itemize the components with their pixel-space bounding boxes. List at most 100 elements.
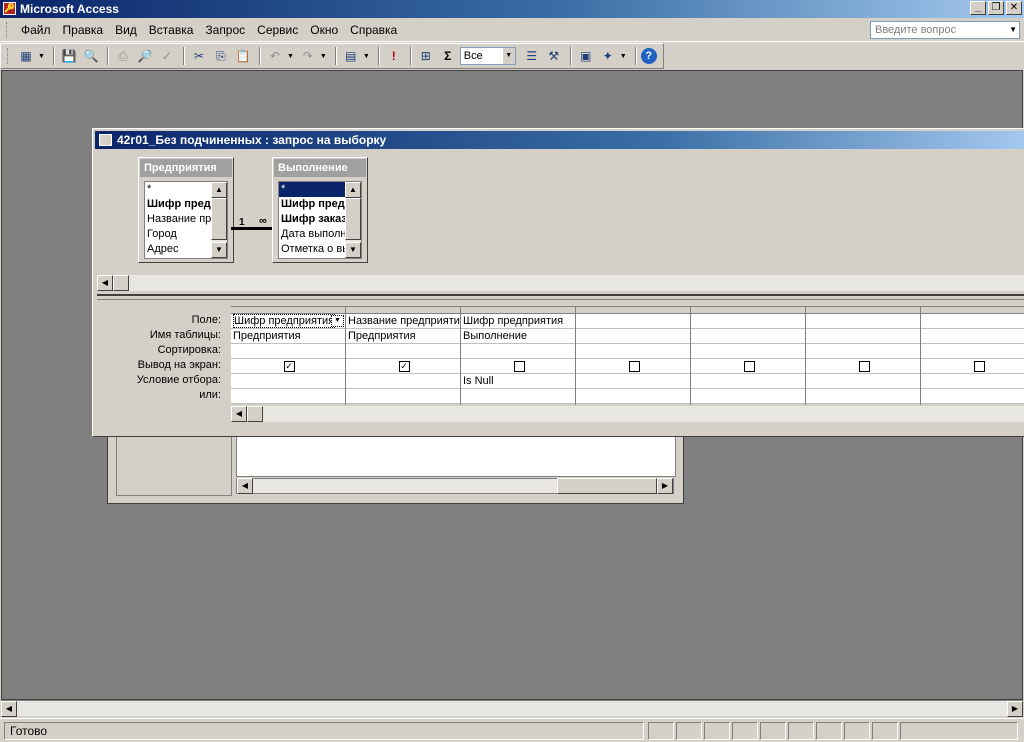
grid-cell-table[interactable]: Предприятия xyxy=(346,329,460,344)
grid-column[interactable]: Шифр предприятия ▼ Предприятия ✓ xyxy=(231,307,346,405)
field-list-predpriyatiya[interactable]: Предприятия * Шифр предприятия Название … xyxy=(138,157,234,263)
grid-column[interactable] xyxy=(921,307,1024,405)
field-list-item[interactable]: Шифр предприятия xyxy=(145,197,211,212)
help-icon[interactable]: ? xyxy=(640,48,657,64)
scroll-left-icon[interactable]: ◀ xyxy=(1,701,17,717)
menu-edit[interactable]: Правка xyxy=(57,23,110,37)
query-type-icon[interactable]: ▤ xyxy=(341,46,361,66)
chevron-down-icon[interactable]: ▼ xyxy=(1009,22,1017,38)
grid-column[interactable]: Шифр предприятия Выполнение Is Null xyxy=(461,307,576,405)
properties-icon[interactable]: ☰ xyxy=(522,46,542,66)
grid-cell-criteria[interactable]: Is Null xyxy=(461,374,575,389)
scroll-thumb[interactable] xyxy=(345,198,361,240)
scroll-left-icon[interactable]: ◀ xyxy=(231,406,247,422)
paste-icon[interactable]: 📋 xyxy=(233,46,253,66)
column-selector[interactable] xyxy=(921,307,1024,314)
grid-cell-field[interactable] xyxy=(691,314,805,329)
background-horizontal-scrollbar[interactable]: ◀ ▶ xyxy=(236,478,674,494)
column-selector[interactable] xyxy=(231,307,345,314)
grid-cell-or[interactable] xyxy=(231,389,345,404)
grid-cell-field[interactable]: Шифр предприятия ▼ xyxy=(231,314,345,329)
grid-cell-or[interactable] xyxy=(461,389,575,404)
field-list-body[interactable]: * Шифр предприятия Шифр заказа Дата выпо… xyxy=(278,181,362,259)
query-window-title-bar[interactable]: 42г01_Без подчиненных : запрос на выборк… xyxy=(95,131,1024,149)
field-list-title[interactable]: Предприятия xyxy=(140,159,232,177)
grid-cell-table[interactable] xyxy=(691,329,805,344)
scroll-left-icon[interactable]: ◀ xyxy=(237,478,253,494)
grid-cell-or[interactable] xyxy=(576,389,690,404)
scroll-down-icon[interactable]: ▼ xyxy=(211,242,227,258)
grid-cell-table[interactable] xyxy=(921,329,1024,344)
grid-cell-sort[interactable] xyxy=(691,344,805,359)
grid-cell-criteria[interactable] xyxy=(576,374,690,389)
show-checkbox[interactable] xyxy=(743,361,755,372)
grid-cell-show[interactable] xyxy=(921,359,1024,374)
chevron-down-icon[interactable]: ▼ xyxy=(320,53,327,60)
workspace-hscrollbar[interactable]: ◀ ▶ xyxy=(1,700,1023,717)
column-selector[interactable] xyxy=(346,307,460,314)
menu-grip[interactable] xyxy=(6,21,9,38)
grid-column[interactable] xyxy=(691,307,806,405)
build-icon[interactable]: ⚒ xyxy=(544,46,564,66)
grid-cell-show[interactable] xyxy=(691,359,805,374)
restore-button[interactable]: ❐ xyxy=(988,1,1004,15)
search-file-icon[interactable]: 🔍 xyxy=(81,46,101,66)
grid-column[interactable] xyxy=(806,307,921,405)
scroll-right-icon[interactable]: ▶ xyxy=(657,478,673,494)
grid-hscrollbar[interactable]: ◀ xyxy=(231,406,1024,422)
menu-file[interactable]: Файл xyxy=(15,23,57,37)
column-selector[interactable] xyxy=(576,307,690,314)
field-list-scrollbar[interactable]: ▲ ▼ xyxy=(211,182,227,258)
chevron-down-icon[interactable]: ▼ xyxy=(363,53,370,60)
column-selector[interactable] xyxy=(461,307,575,314)
grid-cell-show[interactable] xyxy=(806,359,920,374)
menu-view[interactable]: Вид xyxy=(109,23,143,37)
menu-help[interactable]: Справка xyxy=(344,23,403,37)
grid-cell-criteria[interactable] xyxy=(921,374,1024,389)
grid-column[interactable]: Название предприятия Предприятия ✓ xyxy=(346,307,461,405)
grid-cell-table[interactable]: Выполнение xyxy=(461,329,575,344)
grid-cell-show[interactable] xyxy=(576,359,690,374)
field-list-vypolnenie[interactable]: Выполнение * Шифр предприятия Шифр заказ… xyxy=(272,157,368,263)
field-list-scrollbar[interactable]: ▲ ▼ xyxy=(345,182,361,258)
show-checkbox[interactable]: ✓ xyxy=(283,361,295,372)
close-button[interactable]: ✕ xyxy=(1006,1,1022,15)
grid-cell-show[interactable] xyxy=(461,359,575,374)
menu-query[interactable]: Запрос xyxy=(199,23,251,37)
grid-cell-criteria[interactable] xyxy=(691,374,805,389)
field-list-title[interactable]: Выполнение xyxy=(274,159,366,177)
grid-cell-sort[interactable] xyxy=(576,344,690,359)
grid-cell-field[interactable] xyxy=(806,314,920,329)
scroll-down-icon[interactable]: ▼ xyxy=(345,242,361,258)
totals-icon[interactable]: Σ xyxy=(438,46,458,66)
chevron-down-icon[interactable]: ▼ xyxy=(502,48,515,64)
minimize-button[interactable]: _ xyxy=(970,1,986,15)
scroll-thumb[interactable] xyxy=(557,478,657,494)
ask-question-input[interactable]: Введите вопрос ▼ xyxy=(870,21,1020,39)
scroll-thumb[interactable] xyxy=(113,275,129,291)
chevron-down-icon[interactable]: ▼ xyxy=(620,53,627,60)
grid-cell-field[interactable]: Название предприятия xyxy=(346,314,460,329)
scroll-thumb[interactable] xyxy=(211,198,227,240)
show-checkbox[interactable] xyxy=(973,361,985,372)
menu-window[interactable]: Окно xyxy=(304,23,344,37)
query-design-window[interactable]: 42г01_Без подчиненных : запрос на выборк… xyxy=(92,128,1024,437)
scroll-thumb[interactable] xyxy=(247,406,263,422)
top-values-combo[interactable]: Все ▼ xyxy=(459,47,516,65)
grid-cell-table[interactable] xyxy=(806,329,920,344)
grid-cell-criteria[interactable] xyxy=(806,374,920,389)
grid-cell-table[interactable]: Предприятия xyxy=(231,329,345,344)
grid-column[interactable] xyxy=(576,307,691,405)
field-list-body[interactable]: * Шифр предприятия Название предприятия … xyxy=(144,181,228,259)
field-list-item[interactable]: Дата выполнения xyxy=(279,227,345,242)
scroll-up-icon[interactable]: ▲ xyxy=(211,182,227,198)
column-selector[interactable] xyxy=(806,307,920,314)
field-list-item[interactable]: Адрес xyxy=(145,242,211,257)
save-icon[interactable]: 💾 xyxy=(59,46,79,66)
grid-cell-or[interactable] xyxy=(806,389,920,404)
grid-cell-field[interactable] xyxy=(921,314,1024,329)
field-list-item[interactable]: Название предприятия xyxy=(145,212,211,227)
new-object-icon[interactable]: ✦ xyxy=(598,46,618,66)
toolbar-grip[interactable] xyxy=(7,48,10,64)
print-preview-icon[interactable]: 🔎 xyxy=(135,46,155,66)
